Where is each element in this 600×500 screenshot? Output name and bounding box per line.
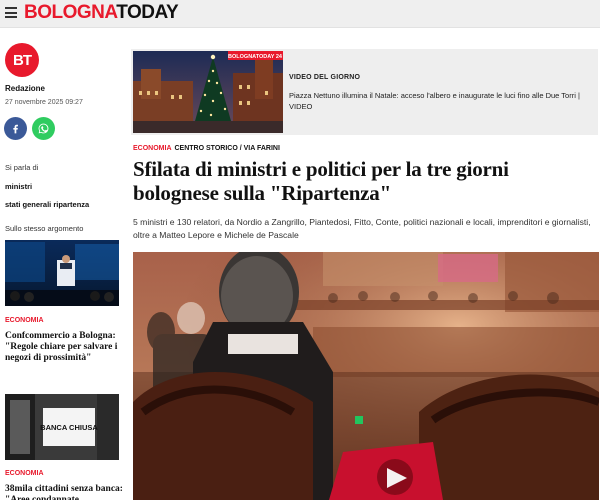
related-thumb-banca[interactable]: BANCA CHIUSA <box>5 394 119 460</box>
author-name[interactable]: Redazione <box>5 84 45 93</box>
video-label: VIDEO DEL GIORNO <box>289 74 361 81</box>
article-hero-image <box>133 252 599 500</box>
video-title[interactable]: Piazza Nettuno illumina il Natale: acces… <box>289 90 594 112</box>
article-headline: Sfilata di ministri e politici per la tr… <box>133 157 509 205</box>
related-title-banca[interactable]: 38mila cittadini senza banca: "Aree cond… <box>5 484 123 500</box>
whatsapp-share-button[interactable] <box>32 117 55 140</box>
publish-date: 27 novembre 2025 09:27 <box>5 99 83 106</box>
breadcrumb-section[interactable]: CENTRO STORICO / VIA FARINI <box>175 145 280 152</box>
topic-link-stati-generali[interactable]: stati generali ripartenza <box>5 200 89 209</box>
breadcrumb-category[interactable]: ECONOMIA <box>133 145 172 152</box>
christmas-tree-image: BOLOGNATODAY 24 <box>133 51 283 133</box>
related-label: Sullo stesso argomento <box>5 224 84 233</box>
bank-sign-text: BANCA CHIUSA <box>40 423 98 432</box>
related-category: ECONOMIA <box>5 470 44 477</box>
logo-part-today: TODAY <box>116 2 179 23</box>
related-title-confcommercio[interactable]: Confcommercio a Bologna: "Regole chiare … <box>5 331 123 364</box>
topics-label: Si parla di <box>5 163 39 172</box>
logo-part-bologna: BOLOGNA <box>24 2 117 23</box>
conference-image <box>5 240 119 306</box>
related-category: ECONOMIA <box>5 317 44 324</box>
council-hall-image <box>133 252 599 500</box>
facebook-icon <box>13 124 18 134</box>
video-thumbnail[interactable]: BOLOGNATODAY 24 <box>133 51 283 133</box>
video-channel-badge: BOLOGNATODAY 24 <box>228 54 283 60</box>
related-thumb-confcommercio[interactable] <box>5 240 119 306</box>
facebook-share-button[interactable] <box>4 117 27 140</box>
top-bar: BOLOGNATODAY <box>0 0 600 28</box>
topic-link-ministri[interactable]: ministri <box>5 182 32 191</box>
bank-closed-image: BANCA CHIUSA <box>5 394 119 460</box>
article-lead: 5 ministri e 130 relatori, da Nordio a Z… <box>133 217 591 240</box>
whatsapp-icon <box>38 123 49 134</box>
site-logo[interactable]: BOLOGNATODAY <box>24 2 179 24</box>
breadcrumb: ECONOMIA CENTRO STORICO / VIA FARINI <box>133 145 280 152</box>
menu-icon[interactable] <box>5 7 17 18</box>
author-avatar: BT <box>5 43 39 77</box>
